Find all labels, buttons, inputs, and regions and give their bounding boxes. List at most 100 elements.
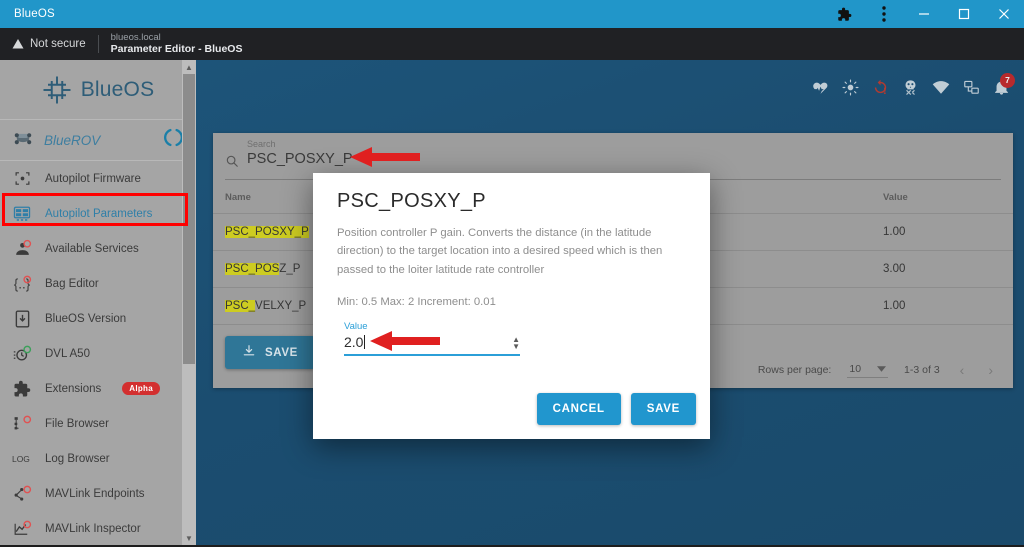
dialog-save-button[interactable]: SAVE bbox=[630, 393, 696, 425]
restart-required-icon[interactable] bbox=[872, 79, 889, 101]
chart-line-icon bbox=[12, 519, 32, 538]
table-grid-icon bbox=[12, 205, 32, 223]
log-text-icon: LOG bbox=[12, 452, 32, 466]
sidebar-vehicle-row[interactable]: BlueROV bbox=[0, 120, 196, 161]
dialog-range-info: Min: 0.5 Max: 2 Increment: 0.01 bbox=[337, 295, 496, 308]
app-status-icons: 7 bbox=[812, 72, 1015, 101]
value-input-text: 2.0 bbox=[344, 333, 364, 350]
pirate-skull-icon[interactable] bbox=[902, 79, 919, 101]
sidebar-item-label: DVL A50 bbox=[45, 347, 90, 360]
close-icon[interactable] bbox=[984, 0, 1024, 28]
sidebar-item-blueos-version[interactable]: BlueOS Version bbox=[0, 301, 196, 336]
sidebar-item-label: Log Browser bbox=[45, 452, 110, 465]
rows-per-page-label: Rows per page: bbox=[757, 364, 832, 376]
security-label: Not secure bbox=[30, 38, 86, 50]
next-page-button[interactable]: › bbox=[984, 362, 997, 378]
text-caret bbox=[364, 334, 366, 349]
rov-thumbnail-icon bbox=[12, 130, 34, 151]
value-field-underline bbox=[344, 353, 520, 356]
network-nodes-icon bbox=[12, 484, 32, 503]
url-text-block[interactable]: blueos.local Parameter Editor - BlueOS bbox=[111, 32, 243, 57]
name-highlight: PSC_ bbox=[225, 300, 256, 312]
security-indicator[interactable]: Not secure bbox=[12, 38, 86, 50]
screen-root: BlueOS Not secure blueos.local Parameter… bbox=[0, 0, 1024, 547]
extensions-puzzle-icon[interactable] bbox=[824, 0, 864, 28]
warning-triangle-icon bbox=[12, 39, 24, 49]
sidebar-brand-label: BlueOS bbox=[80, 77, 155, 101]
puzzle-icon bbox=[12, 380, 32, 398]
table-pagination: Rows per page: 10 1-3 of 3 ‹ › bbox=[758, 362, 997, 378]
maximize-icon[interactable] bbox=[944, 0, 984, 28]
services-icon bbox=[12, 239, 32, 258]
sidebar-item-label: Autopilot Parameters bbox=[45, 207, 153, 220]
scroll-down-arrow-icon[interactable]: ▼ bbox=[182, 531, 196, 545]
sidebar-brand[interactable]: BlueOS bbox=[0, 60, 196, 120]
sidebar-item-bag-editor[interactable]: {..} Bag Editor bbox=[0, 266, 196, 301]
notifications-bell-icon[interactable]: 7 bbox=[993, 72, 1015, 101]
name-highlight: PSC_POSXY_P bbox=[225, 226, 309, 238]
sidebar-vehicle-label: BlueROV bbox=[44, 132, 101, 148]
ethernet-icon[interactable] bbox=[963, 79, 980, 101]
rows-per-page-select[interactable]: 10 bbox=[847, 362, 889, 378]
search-icon bbox=[225, 154, 239, 173]
wifi-icon[interactable] bbox=[932, 78, 950, 101]
prev-page-button[interactable]: ‹ bbox=[956, 362, 969, 378]
search-input[interactable]: PSC_POSXY_P bbox=[247, 151, 353, 167]
sidebar-item-available-services[interactable]: Available Services bbox=[0, 231, 196, 266]
dialog-title: PSC_POSXY_P bbox=[337, 190, 486, 212]
blueos-logo-icon bbox=[43, 76, 71, 103]
cell-param-value: 3.00 bbox=[883, 250, 1013, 288]
cancel-button[interactable]: CANCEL bbox=[536, 393, 621, 425]
url-host: blueos.local bbox=[110, 31, 161, 43]
scroll-up-arrow-icon[interactable]: ▲ bbox=[182, 60, 196, 74]
sidebar-item-mavlink-endpoints[interactable]: MAVLink Endpoints bbox=[0, 476, 196, 511]
sidebar-item-dvl-a50[interactable]: DVL A50 bbox=[0, 336, 196, 371]
value-field-row[interactable]: 2.0 ▲ ▼ bbox=[344, 332, 520, 353]
value-field-label: Value bbox=[344, 320, 368, 332]
cell-param-value: 1.00 bbox=[883, 287, 1013, 325]
column-header-value[interactable]: Value bbox=[883, 180, 1013, 214]
sidebar-scrollbar[interactable]: ▲ ▼ bbox=[182, 60, 196, 545]
chevron-down-icon bbox=[877, 363, 887, 375]
extensions-alpha-badge: Alpha bbox=[122, 382, 160, 395]
sidebar-item-label: BlueOS Version bbox=[45, 312, 127, 325]
file-tree-icon bbox=[12, 414, 32, 433]
number-stepper[interactable]: ▲ ▼ bbox=[512, 335, 520, 353]
sidebar-item-file-browser[interactable]: File Browser bbox=[0, 406, 196, 441]
sidebar-item-autopilot-parameters[interactable]: Autopilot Parameters bbox=[0, 196, 196, 231]
save-button[interactable]: SAVE bbox=[225, 336, 315, 369]
minimize-icon[interactable] bbox=[904, 0, 944, 28]
sidebar-item-autopilot-firmware[interactable]: Autopilot Firmware bbox=[0, 161, 196, 196]
value-input[interactable]: 2.0 bbox=[344, 332, 366, 353]
svg-text:LOG: LOG bbox=[12, 454, 30, 464]
browser-urlbar: Not secure blueos.local Parameter Editor… bbox=[0, 28, 1024, 60]
three-dot-menu-icon[interactable] bbox=[864, 0, 904, 28]
name-rest: Z_P bbox=[279, 263, 301, 275]
window-controls bbox=[824, 0, 1024, 28]
sidebar-item-label: MAVLink Inspector bbox=[45, 522, 141, 535]
cell-param-value: 1.00 bbox=[883, 213, 1013, 251]
download-icon bbox=[242, 344, 256, 361]
sidebar-item-label: Bag Editor bbox=[45, 277, 99, 290]
urlbar-divider bbox=[97, 35, 99, 53]
dialog-description: Position controller P gain. Converts the… bbox=[337, 227, 663, 276]
svg-text:{..}: {..} bbox=[13, 276, 30, 291]
tablet-download-icon bbox=[12, 310, 32, 328]
sidebar-item-log-browser[interactable]: LOG Log Browser bbox=[0, 441, 196, 476]
sidebar-item-label: Available Services bbox=[45, 242, 139, 255]
sidebar-item-label: Extensions bbox=[45, 382, 102, 395]
rows-per-page-value: 10 bbox=[849, 362, 862, 375]
brightness-icon[interactable] bbox=[842, 78, 859, 101]
dialog-actions: CANCEL SAVE bbox=[536, 393, 696, 425]
sidebar-item-mavlink-inspector[interactable]: MAVLink Inspector bbox=[0, 511, 196, 545]
parameter-edit-dialog: PSC_POSXY_P Position controller P gain. … bbox=[313, 173, 710, 439]
name-rest: VELXY_P bbox=[255, 300, 307, 312]
sidebar-item-extensions[interactable]: Extensions Alpha bbox=[0, 371, 196, 406]
sidebar-item-label: Autopilot Firmware bbox=[45, 172, 141, 185]
vehicle-restart-icon[interactable] bbox=[163, 127, 184, 153]
sidebar-item-label: MAVLink Endpoints bbox=[45, 487, 145, 500]
browser-tab-title[interactable]: BlueOS bbox=[14, 8, 55, 20]
heart-pulse-icon[interactable] bbox=[812, 79, 829, 101]
sidebar-scroll-thumb[interactable] bbox=[183, 74, 195, 364]
sidebar: BlueOS BlueROV Autopilot Firmware Autopi… bbox=[0, 60, 196, 545]
